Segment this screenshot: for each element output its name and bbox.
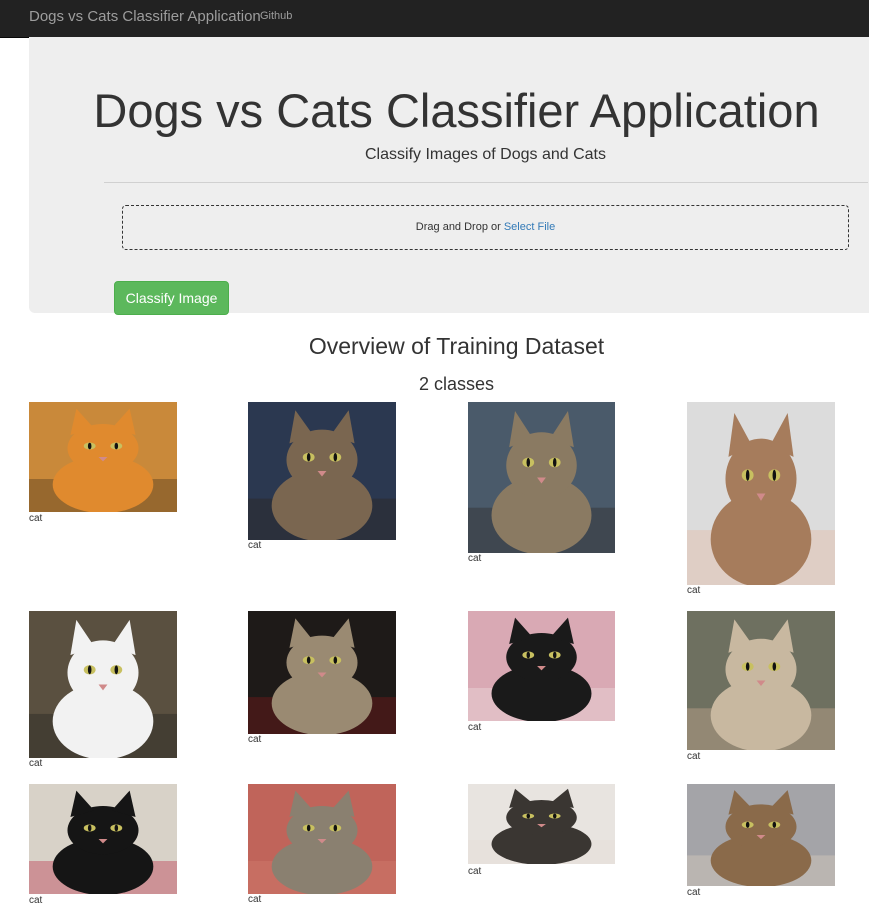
cat-photo <box>248 402 396 540</box>
page-subtitle: Classify Images of Dogs and Cats <box>365 146 606 163</box>
photo-caption: cat <box>468 553 482 564</box>
page-title: Dogs vs Cats Classifier Application <box>93 84 820 137</box>
photo-caption: cat <box>687 751 701 762</box>
photo-caption: cat <box>29 513 43 524</box>
select-file-link[interactable]: Select File <box>504 221 555 233</box>
cat-photo <box>687 402 835 585</box>
photo-caption: cat <box>687 887 701 898</box>
cat-photo <box>29 611 177 758</box>
photo-caption: cat <box>29 758 43 769</box>
overview-subtitle: 2 classes <box>418 374 495 394</box>
divider <box>104 182 868 183</box>
cat-photo <box>687 784 835 886</box>
photo-caption: cat <box>248 894 262 905</box>
cat-photo <box>468 784 615 864</box>
photo-caption: cat <box>468 722 482 733</box>
cat-photo <box>468 611 615 721</box>
photo-caption: cat <box>248 540 262 551</box>
cat-photo <box>248 611 396 734</box>
cat-photo <box>687 611 835 750</box>
dropzone-text: Drag and Drop or <box>415 221 504 233</box>
navbar-brand-link[interactable]: Dogs vs Cats Classifier Application <box>29 8 261 25</box>
photo-caption: cat <box>248 734 262 745</box>
photo-caption: cat <box>468 866 482 877</box>
classify-image-button[interactable]: Classify Image <box>114 281 229 315</box>
photo-caption: cat <box>687 585 701 596</box>
github-link[interactable]: Github <box>260 10 292 22</box>
file-dropzone[interactable]: Drag and Drop or Select File <box>122 205 849 250</box>
cat-photo <box>468 402 615 553</box>
cat-photo <box>29 402 177 512</box>
overview-title: Overview of Training Dataset <box>308 333 605 359</box>
cat-photo <box>29 784 177 894</box>
top-navbar: Dogs vs Cats Classifier Application Gith… <box>0 0 869 38</box>
cat-photo <box>248 784 396 894</box>
jumbotron: Dogs vs Cats Classifier Application Clas… <box>29 37 869 315</box>
photo-caption: cat <box>29 895 43 906</box>
